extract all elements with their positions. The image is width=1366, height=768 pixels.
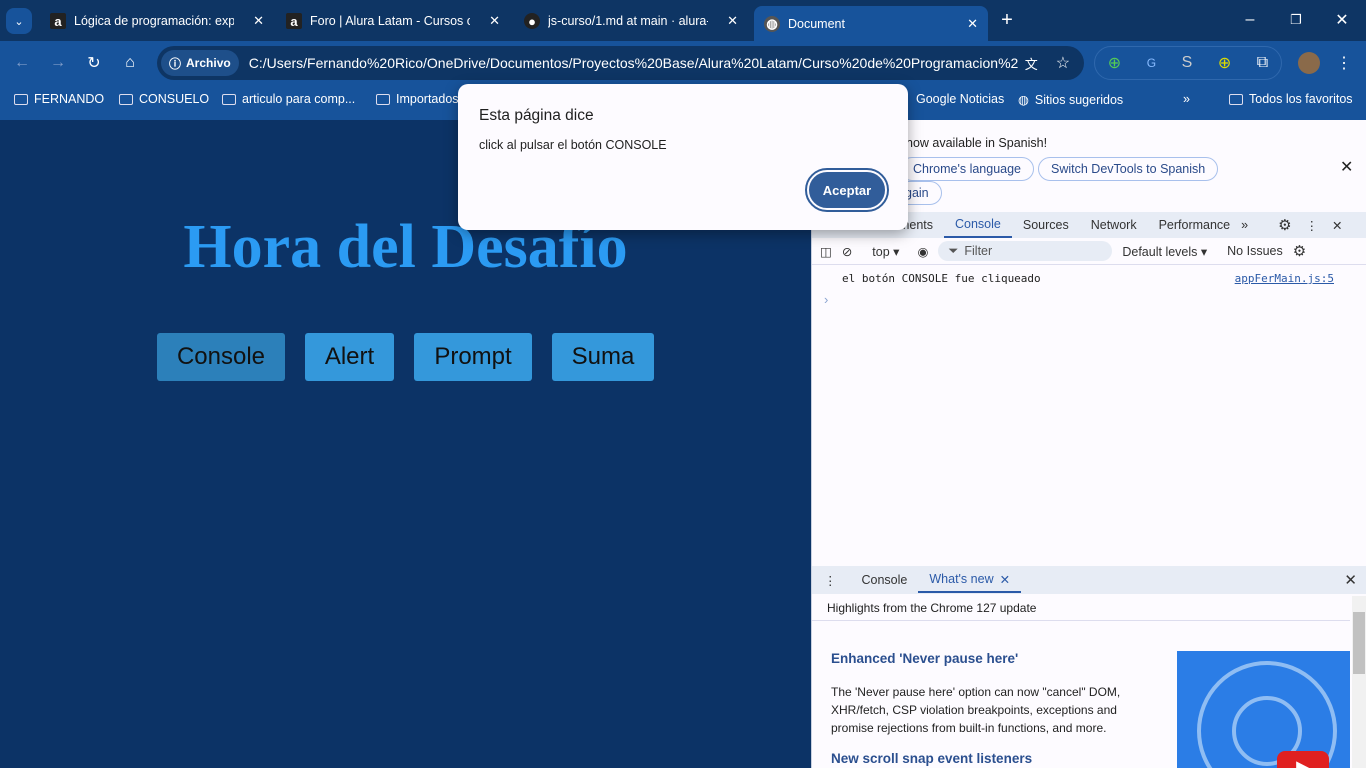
skype-icon[interactable]: S	[1182, 54, 1193, 72]
dialog-title: Esta página dice	[479, 107, 594, 124]
close-tab-icon[interactable]: ✕	[967, 16, 978, 32]
site-info-chip[interactable]: ⓘ Archivo	[161, 50, 239, 76]
tab-network[interactable]: Network	[1080, 212, 1148, 238]
tab-performance[interactable]: Performance	[1148, 212, 1242, 238]
clear-console-icon[interactable]: ⊘	[842, 244, 852, 259]
devtools-drawer: ⋮ Console What's new ✕ ✕ Highlights from …	[812, 566, 1366, 768]
restore-button[interactable]: ❐	[1284, 8, 1308, 32]
close-window-button[interactable]: ✕	[1330, 8, 1354, 32]
whats-new-header: Highlights from the Chrome 127 update	[827, 601, 1037, 615]
address-bar[interactable]: ⓘ Archivo C:/Users/Fernando%20Rico/OneDri…	[157, 46, 1084, 80]
filter-input[interactable]: ⏷ Filter	[938, 241, 1113, 261]
accept-button[interactable]: Aceptar	[805, 168, 889, 212]
more-options-icon[interactable]: ⋮	[1306, 218, 1319, 233]
console-prompt-icon[interactable]: ›	[824, 292, 828, 307]
feature-title[interactable]: New scroll snap event listeners	[831, 751, 1032, 766]
alura-icon: a	[286, 13, 302, 29]
star-icon[interactable]: ☆	[1056, 53, 1070, 73]
play-icon[interactable]: ▶	[1277, 751, 1329, 768]
bookmark-google-news[interactable]: Google Noticias	[916, 92, 1004, 106]
eye-icon[interactable]: ◉	[917, 244, 928, 259]
bookmark-folder[interactable]: FERNANDO	[14, 92, 104, 106]
globe-icon: ◍	[764, 15, 780, 32]
tab-strip: ⌄ a Lógica de programación: explor ✕ a Foro…	[0, 0, 1366, 41]
github-icon: ●	[524, 13, 540, 29]
folder-icon	[119, 93, 133, 105]
close-drawer-icon[interactable]: ✕	[1344, 571, 1357, 589]
new-tab-button[interactable]: +	[995, 8, 1019, 32]
tab-sources[interactable]: Sources	[1012, 212, 1080, 238]
puzzle-icon[interactable]: ⧉	[1257, 54, 1268, 72]
extensions-group: ⊕ G S ⊕ ⧉	[1094, 46, 1282, 80]
drawer-menu-icon[interactable]: ⋮	[824, 573, 837, 588]
scrollbar[interactable]	[1352, 596, 1366, 768]
console-message: el botón CONSOLE fue cliqueado appFerMai…	[842, 272, 1334, 285]
bookmark-suggested-sites[interactable]: ◍ Sitios sugeridos	[1018, 92, 1123, 108]
suma-button[interactable]: Suma	[552, 333, 654, 381]
tab-document[interactable]: ◍ Document ✕	[754, 6, 988, 41]
alert-dialog: Esta página dice click al pulsar el botó…	[458, 84, 908, 230]
more-tabs-icon[interactable]: »	[1241, 218, 1248, 232]
switch-devtools-spanish-button[interactable]: Switch DevTools to Spanish	[1038, 157, 1219, 181]
settings-icon[interactable]: ⚙	[1278, 216, 1291, 234]
reload-button[interactable]: ↻	[82, 51, 106, 75]
alert-button[interactable]: Alert	[305, 333, 394, 381]
info-icon: ⓘ	[169, 56, 182, 71]
video-thumbnail[interactable]: ▶	[1177, 651, 1350, 768]
context-select[interactable]: top ▾	[872, 244, 899, 259]
console-settings-icon[interactable]: ⚙	[1293, 242, 1306, 260]
url-text[interactable]: C:/Users/Fernando%20Rico/OneDrive/Docume…	[249, 55, 1019, 71]
console-button[interactable]: Console	[157, 333, 285, 381]
feature-title[interactable]: Enhanced 'Never pause here'	[831, 651, 1018, 666]
sidebar-toggle-icon[interactable]: ◫	[820, 244, 832, 259]
more-bookmarks-button[interactable]: »	[1183, 92, 1190, 106]
close-devtools-icon[interactable]: ✕	[1332, 218, 1342, 233]
bookmark-folder[interactable]: Importados	[376, 92, 459, 106]
folder-icon	[14, 93, 28, 105]
bookmark-folder[interactable]: articulo para comp...	[222, 92, 355, 106]
forward-button[interactable]: →	[46, 51, 70, 75]
prompt-button[interactable]: Prompt	[414, 333, 532, 381]
close-infobar-icon[interactable]: ✕	[1340, 157, 1353, 177]
alura-icon: a	[50, 13, 66, 29]
tab-search-button[interactable]: ⌄	[6, 8, 32, 34]
close-tab-icon[interactable]: ✕	[1000, 572, 1010, 587]
all-bookmarks[interactable]: Todos los favoritos	[1229, 92, 1353, 106]
menu-icon[interactable]: ⋮	[1334, 51, 1354, 75]
plus-extension-icon[interactable]: ⊕	[1218, 53, 1231, 73]
minimize-button[interactable]: –	[1238, 8, 1262, 32]
folder-icon	[376, 93, 390, 105]
log-levels-select[interactable]: Default levels ▾	[1122, 244, 1207, 259]
folder-icon	[222, 93, 236, 105]
source-link[interactable]: appFerMain.js:5	[1235, 272, 1334, 285]
drawer-tab-console[interactable]: Console	[851, 567, 919, 593]
translate-icon[interactable]: 文	[1025, 54, 1038, 73]
console-toolbar: ◫ ⊘ top ▾ ◉ ⏷ Filter Default levels ▾ No …	[812, 238, 1366, 265]
globe-icon: ◍	[1018, 93, 1029, 107]
tab-console[interactable]: Console	[944, 212, 1012, 238]
tab-1[interactable]: a Lógica de programación: explor ✕	[40, 6, 274, 36]
tab-2[interactable]: a Foro | Alura Latam - Cursos onli ✕	[276, 6, 510, 36]
close-tab-icon[interactable]: ✕	[253, 13, 264, 29]
match-chrome-language-button[interactable]: Chrome's language	[900, 157, 1035, 181]
feature-description: The 'Never pause here' option can now "c…	[831, 685, 1121, 735]
issues-button[interactable]: No Issues	[1227, 244, 1283, 258]
google-translate-icon[interactable]: G	[1147, 56, 1156, 70]
drawer-tab-whats-new[interactable]: What's new ✕	[918, 567, 1022, 593]
filter-icon: ⏷	[948, 243, 959, 258]
browser-toolbar: ← → ↻ ⌂ ⓘ Archivo C:/Users/Fernando%20Ric…	[0, 41, 1366, 85]
dialog-message: click al pulsar el botón CONSOLE	[479, 138, 667, 152]
back-button[interactable]: ←	[10, 51, 34, 75]
home-button[interactable]: ⌂	[118, 51, 142, 75]
close-tab-icon[interactable]: ✕	[489, 13, 500, 29]
avatar[interactable]	[1298, 52, 1320, 74]
bookmark-folder[interactable]: CONSUELO	[119, 92, 209, 106]
tab-3[interactable]: ● js-curso/1.md at main · alura-es ✕	[514, 6, 748, 36]
add-extension-icon[interactable]: ⊕	[1108, 53, 1121, 73]
drawer-tabs: ⋮ Console What's new ✕ ✕	[812, 566, 1366, 594]
close-tab-icon[interactable]: ✕	[727, 13, 738, 29]
folder-icon	[1229, 93, 1243, 105]
